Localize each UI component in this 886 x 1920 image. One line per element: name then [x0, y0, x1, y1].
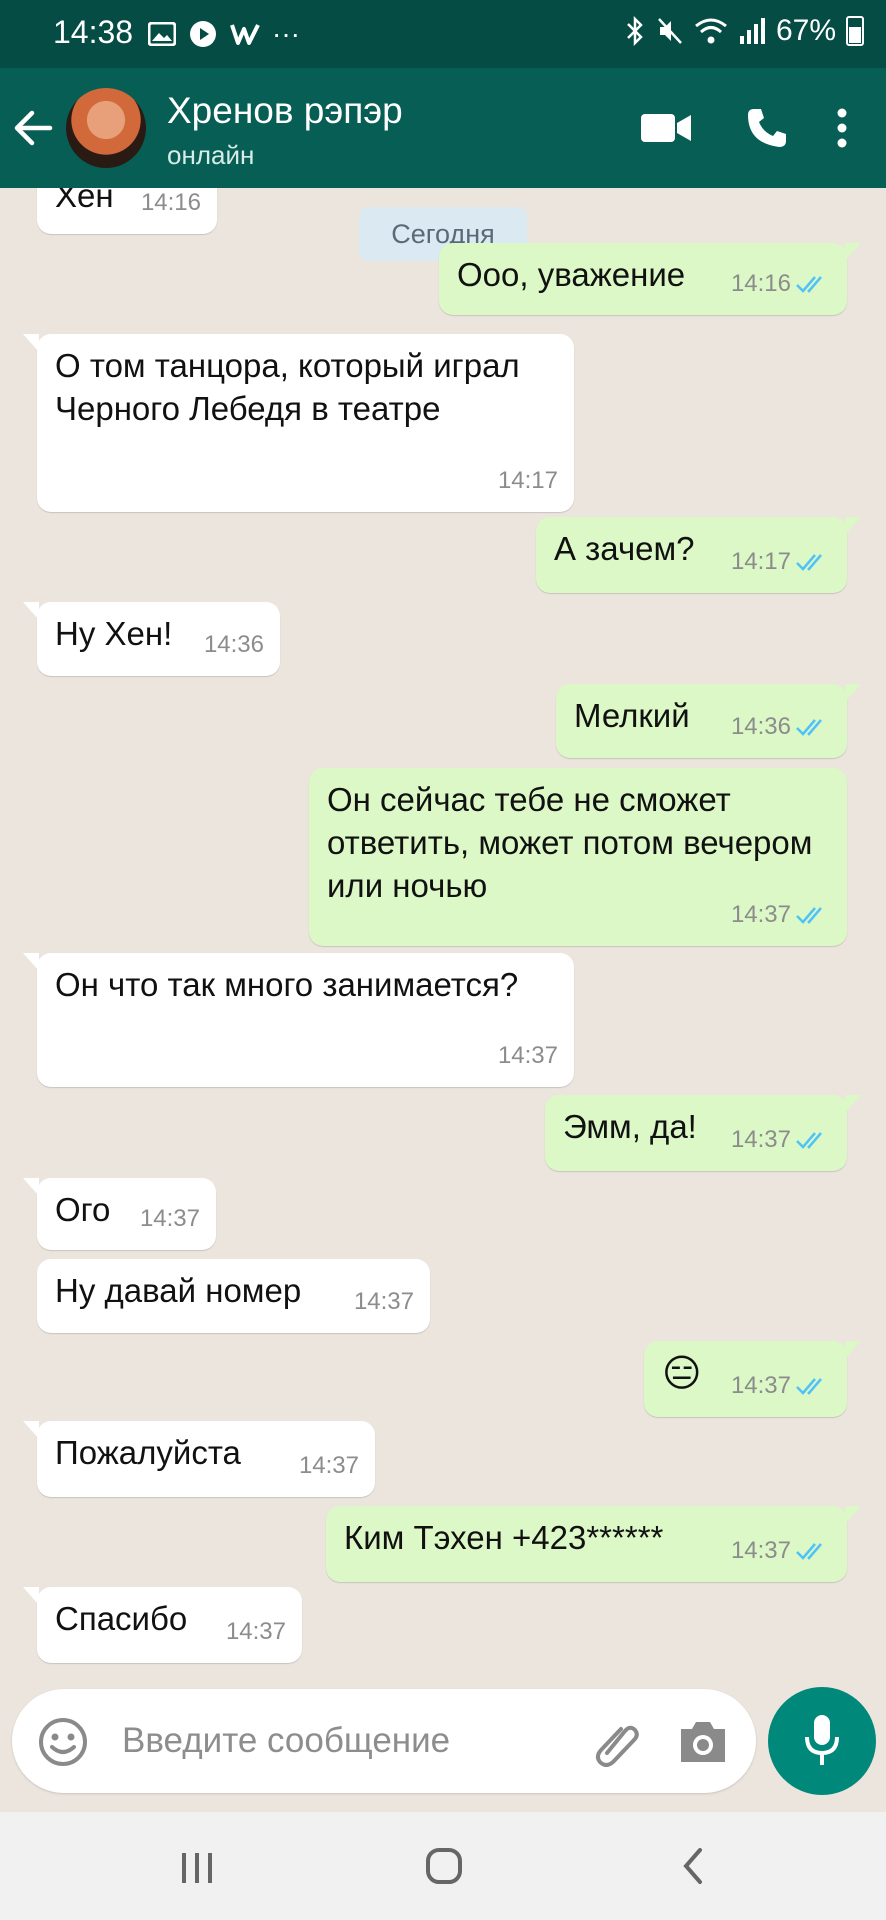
video-call-icon — [641, 114, 691, 142]
contact-status: онлайн — [167, 140, 255, 170]
message-time: 14:16 — [730, 270, 791, 297]
battery-icon — [846, 16, 864, 46]
message-time: 14:17 — [497, 467, 558, 494]
recent-apps-icon[interactable] — [178, 1850, 216, 1886]
message-time: 14:37 — [353, 1288, 414, 1315]
message-time: 14:37 — [730, 901, 791, 928]
back-nav-icon[interactable] — [678, 1846, 708, 1886]
outgoing-message[interactable]: Мелкий 14:36 — [556, 684, 861, 758]
incoming-message[interactable]: Хен 14:16 — [37, 188, 217, 234]
message-time: 14:17 — [730, 548, 791, 575]
read-receipt-icon — [796, 553, 822, 571]
youtube-icon — [190, 21, 216, 47]
status-bar: 14:38 ··· 67% — [0, 0, 886, 68]
voice-call-button[interactable] — [742, 98, 792, 158]
back-button[interactable] — [10, 100, 54, 156]
message-time: 14:36 — [203, 631, 264, 658]
system-icons: 67% — [624, 14, 864, 48]
back-arrow-icon — [14, 110, 53, 146]
message-time: 14:37 — [298, 1452, 359, 1479]
chat-area[interactable]: Сегодня Хен 14:16 Ооо, уважение 14:16 О … — [0, 188, 886, 1688]
phone-icon — [748, 109, 786, 147]
read-receipt-icon — [796, 906, 822, 924]
message-input[interactable]: Введите сообщение — [122, 1721, 450, 1761]
message-text: Он сейчас тебе не сможет ответить, может… — [327, 781, 813, 904]
emoji-icon[interactable] — [38, 1717, 88, 1767]
incoming-message[interactable]: О том танцора, который играл Черного Леб… — [23, 334, 574, 512]
message-text: О том танцора, который играл Черного Леб… — [55, 347, 520, 427]
incoming-message[interactable]: Спасибо 14:37 — [23, 1587, 302, 1663]
outgoing-message[interactable]: 😑 14:37 — [644, 1341, 861, 1417]
wattpad-icon — [230, 24, 260, 45]
message-time: 14:36 — [730, 713, 791, 740]
read-receipt-icon — [796, 1131, 822, 1149]
more-vert-icon — [837, 108, 847, 148]
outgoing-message[interactable]: Ооо, уважение 14:16 — [439, 243, 861, 315]
bluetooth-icon — [627, 16, 643, 46]
message-time: 14:37 — [225, 1618, 286, 1645]
wifi-icon — [695, 18, 727, 44]
voice-record-button[interactable] — [768, 1687, 876, 1795]
chat-header: Хренов рэпэр онлайн — [0, 68, 886, 188]
message-composer: Введите сообщение — [12, 1689, 756, 1793]
contact-name[interactable]: Хренов рэпэр — [167, 90, 403, 132]
read-receipt-icon — [796, 1542, 822, 1560]
video-call-button[interactable] — [638, 98, 694, 158]
mic-icon — [805, 1715, 839, 1765]
read-receipt-icon — [796, 275, 822, 293]
incoming-message[interactable]: Ого 14:37 — [23, 1178, 216, 1250]
mute-icon — [658, 18, 682, 44]
outgoing-message[interactable]: А зачем? 14:17 — [536, 517, 861, 593]
message-text: Он что так много занимается? — [55, 966, 519, 1003]
system-nav-bar — [0, 1812, 886, 1920]
message-time: 14:37 — [139, 1205, 200, 1232]
read-receipt-icon — [796, 1377, 822, 1395]
outgoing-message[interactable]: Он сейчас тебе не сможет ответить, может… — [309, 768, 847, 946]
avatar[interactable] — [66, 88, 146, 168]
notification-icons: ··· — [148, 16, 300, 52]
incoming-message[interactable]: Ну Хен! 14:36 — [23, 602, 280, 676]
read-receipt-icon — [796, 718, 822, 736]
incoming-message[interactable]: Пожалуйста 14:37 — [23, 1421, 375, 1497]
more-notifications-icon: ··· — [272, 18, 300, 49]
message-time: 14:37 — [497, 1042, 558, 1069]
message-time: 14:37 — [730, 1126, 791, 1153]
message-time: 14:16 — [140, 189, 201, 216]
more-options-button[interactable] — [822, 98, 862, 158]
message-time: 14:37 — [730, 1537, 791, 1564]
outgoing-message[interactable]: Ким Тэхен +423****** 14:37 — [326, 1506, 861, 1582]
message-time: 14:37 — [730, 1372, 791, 1399]
incoming-message[interactable]: Ну давай номер 14:37 — [37, 1259, 430, 1333]
outgoing-message[interactable]: Эмм, да! 14:37 — [545, 1095, 861, 1171]
gallery-icon — [148, 22, 176, 46]
attach-icon[interactable] — [590, 1715, 644, 1769]
battery-percentage: 67% — [775, 14, 836, 47]
home-icon[interactable] — [424, 1846, 464, 1886]
incoming-message[interactable]: Он что так много занимается? 14:37 — [23, 953, 574, 1087]
status-time: 14:38 — [53, 14, 134, 50]
signal-icon — [739, 18, 765, 44]
camera-icon[interactable] — [678, 1717, 728, 1765]
